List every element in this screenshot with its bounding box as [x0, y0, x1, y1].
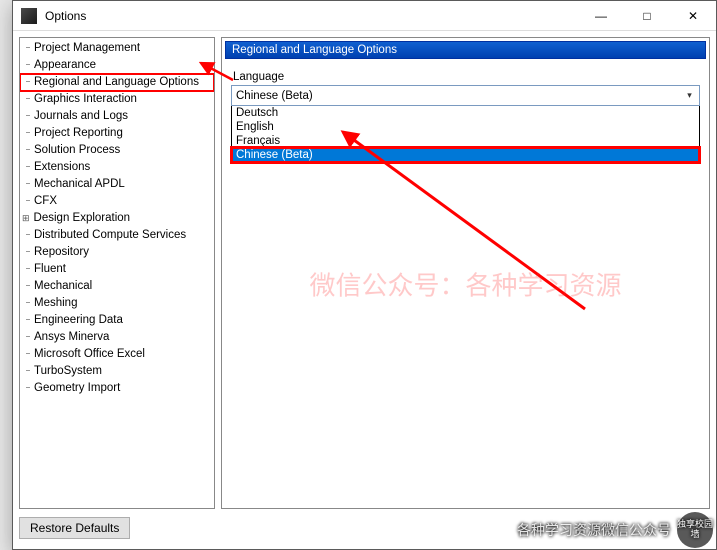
dialog-footer: Restore Defaults — [19, 517, 130, 543]
watermark-text: 微信公众号：各种学习资源 — [309, 266, 621, 303]
tree-item[interactable]: Journals and Logs — [20, 108, 214, 125]
minimize-button[interactable]: — — [578, 1, 624, 30]
tree-item[interactable]: TurboSystem — [20, 363, 214, 380]
tree-item[interactable]: Appearance — [20, 57, 214, 74]
window-controls: — □ ✕ — [578, 1, 716, 30]
close-button[interactable]: ✕ — [670, 1, 716, 30]
language-combobox[interactable]: Chinese (Beta) ▾ — [231, 85, 700, 106]
language-selected-value: Chinese (Beta) — [236, 90, 313, 102]
chevron-down-icon: ▾ — [682, 88, 697, 103]
tree-item[interactable]: Fluent — [20, 261, 214, 278]
window-title: Options — [45, 9, 578, 23]
dropdown-option[interactable]: English — [232, 120, 699, 134]
tree-item[interactable]: Regional and Language Options — [20, 74, 214, 91]
content-area: Project ManagementAppearanceRegional and… — [13, 31, 716, 515]
app-icon — [21, 8, 37, 24]
settings-panel: Regional and Language Options Language C… — [221, 37, 710, 509]
dropdown-option[interactable]: Chinese (Beta) — [232, 148, 699, 162]
tree-item[interactable]: Design Exploration — [20, 210, 214, 227]
tree-item[interactable]: Mechanical — [20, 278, 214, 295]
tree-item[interactable]: Geometry Import — [20, 380, 214, 397]
tree-item[interactable]: Graphics Interaction — [20, 91, 214, 108]
tree-item[interactable]: Meshing — [20, 295, 214, 312]
tree-item[interactable]: Extensions — [20, 159, 214, 176]
dropdown-option[interactable]: Français — [232, 134, 699, 148]
tree-item[interactable]: Distributed Compute Services — [20, 227, 214, 244]
restore-defaults-button[interactable]: Restore Defaults — [19, 517, 130, 539]
maximize-button[interactable]: □ — [624, 1, 670, 30]
language-dropdown-list[interactable]: DeutschEnglishFrançaisChinese (Beta) — [231, 106, 700, 163]
dropdown-option[interactable]: Deutsch — [232, 106, 699, 120]
options-dialog: Options — □ ✕ Project ManagementAppearan… — [12, 0, 717, 550]
tree-item[interactable]: CFX — [20, 193, 214, 210]
tree-item[interactable]: Project Management — [20, 40, 214, 57]
tree-item[interactable]: Mechanical APDL — [20, 176, 214, 193]
tree-item[interactable]: Solution Process — [20, 142, 214, 159]
language-label: Language — [233, 71, 700, 83]
tree-item[interactable]: Repository — [20, 244, 214, 261]
form-area: Language Chinese (Beta) ▾ DeutschEnglish… — [225, 59, 706, 169]
titlebar: Options — □ ✕ — [13, 1, 716, 31]
options-tree[interactable]: Project ManagementAppearanceRegional and… — [19, 37, 215, 509]
tree-item[interactable]: Microsoft Office Excel — [20, 346, 214, 363]
tree-item[interactable]: Engineering Data — [20, 312, 214, 329]
tree-item[interactable]: Ansys Minerva — [20, 329, 214, 346]
tree-item[interactable]: Project Reporting — [20, 125, 214, 142]
panel-header: Regional and Language Options — [225, 41, 706, 59]
